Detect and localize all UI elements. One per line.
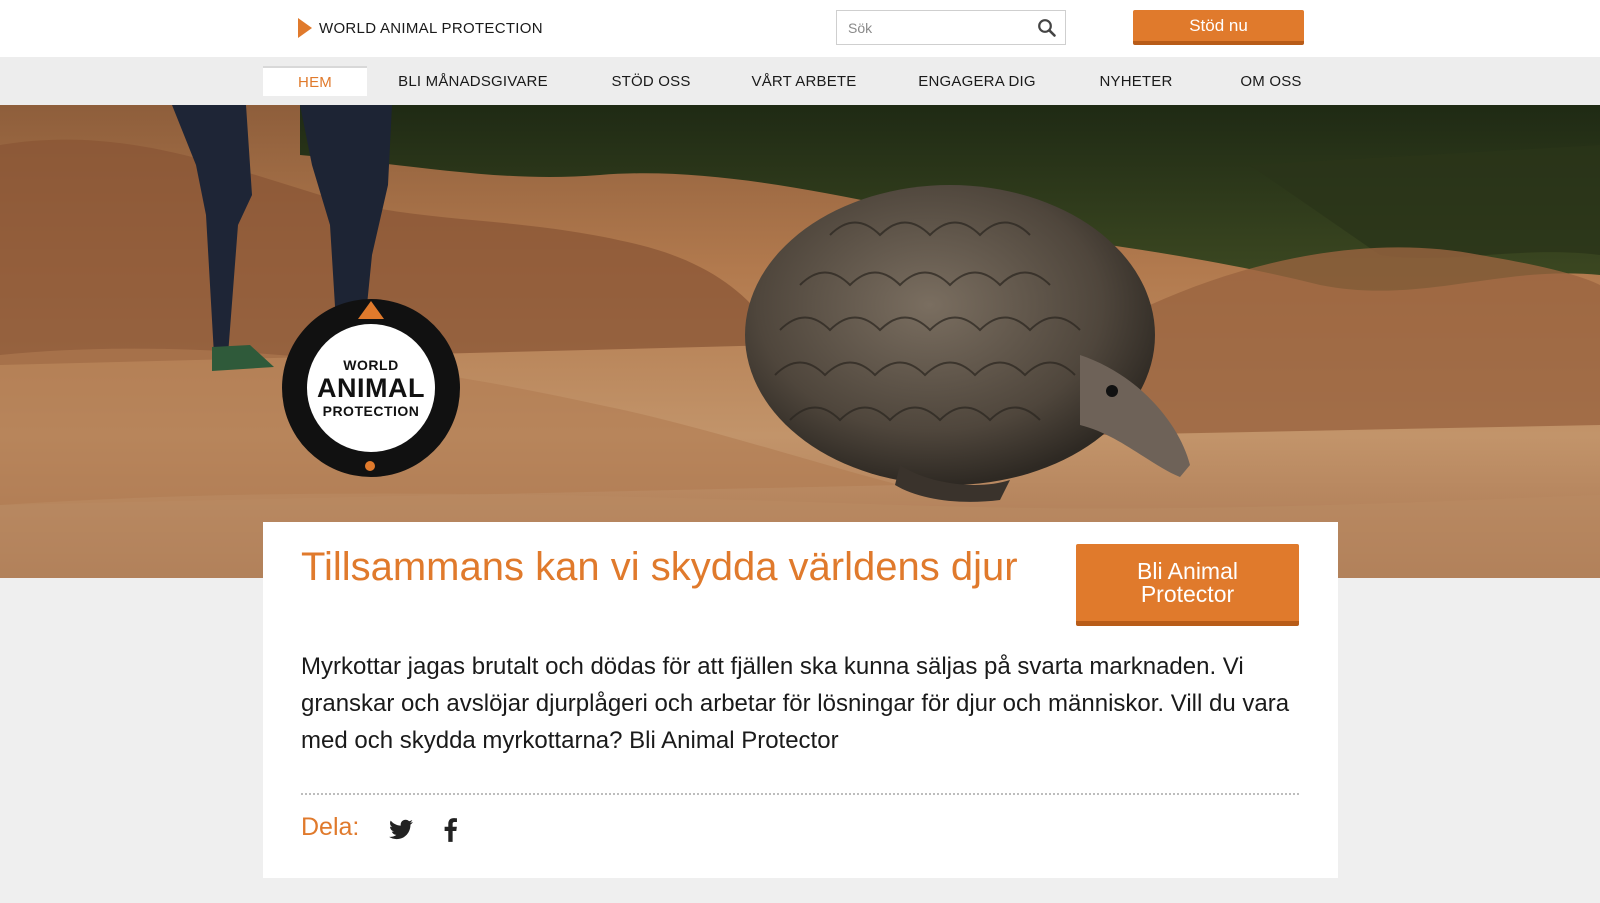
share-label: Dela:	[301, 813, 360, 841]
nav-item-stod-oss[interactable]: STÖD OSS	[603, 66, 699, 96]
search-box	[836, 10, 1066, 45]
brand-triangle-icon	[298, 18, 312, 38]
logo-text-world: WORLD	[343, 357, 399, 373]
main-nav: HEM BLI MÅNADSGIVARE STÖD OSS VÅRT ARBET…	[0, 57, 1600, 105]
search-input[interactable]	[837, 11, 1027, 44]
logo-inner-circle: WORLD ANIMAL PROTECTION	[307, 324, 435, 452]
logo-text-animal: ANIMAL	[317, 373, 425, 403]
intro-paragraph: Myrkottar jagas brutalt och dödas för at…	[301, 653, 1290, 754]
brand-name: WORLD ANIMAL PROTECTION	[319, 19, 543, 37]
nav-item-bli-manadsgivare[interactable]: BLI MÅNADSGIVARE	[393, 66, 553, 96]
nav-item-vart-arbete[interactable]: VÅRT ARBETE	[751, 66, 856, 96]
logo-triangle-icon	[358, 301, 384, 319]
facebook-icon[interactable]	[438, 817, 464, 843]
brand-link[interactable]: WORLD ANIMAL PROTECTION	[298, 18, 543, 38]
dotted-divider	[301, 793, 1299, 795]
world-animal-protection-logo: WORLD ANIMAL PROTECTION	[282, 299, 460, 477]
become-animal-protector-button[interactable]: Bli Animal Protector	[1076, 544, 1299, 626]
nav-item-engagera-dig[interactable]: ENGAGERA DIG	[914, 66, 1040, 96]
nav-item-om-oss[interactable]: OM OSS	[1232, 66, 1310, 96]
logo-dot-icon	[365, 461, 375, 471]
support-now-button[interactable]: Stöd nu	[1133, 10, 1304, 45]
hero-photo-pangolin	[0, 105, 1600, 578]
hero-banner: WORLD ANIMAL PROTECTION	[0, 105, 1600, 578]
top-bar: WORLD ANIMAL PROTECTION Stöd nu	[0, 0, 1600, 57]
nav-item-nyheter[interactable]: NYHETER	[1098, 66, 1174, 96]
nav-item-hem[interactable]: HEM	[263, 66, 367, 96]
content-card: Tillsammans kan vi skydda världens djur …	[263, 522, 1338, 878]
search-icon[interactable]	[1037, 18, 1057, 38]
logo-text-protection: PROTECTION	[322, 403, 420, 419]
page-title: Tillsammans kan vi skydda världens djur	[301, 545, 1018, 589]
twitter-icon[interactable]	[388, 817, 414, 843]
